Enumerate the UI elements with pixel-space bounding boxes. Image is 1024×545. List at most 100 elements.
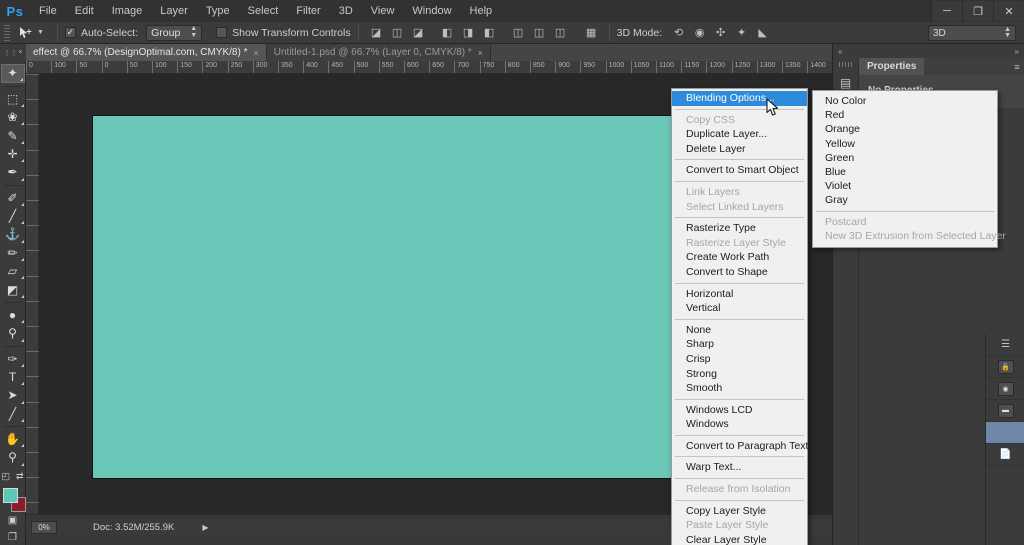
foreground-color-swatch[interactable] (2, 487, 18, 503)
submenu-item-gray[interactable]: Gray (813, 193, 997, 207)
rotate-3d-icon[interactable]: ⟲ (670, 25, 687, 40)
auto-select-checkbox[interactable]: ✓ (64, 27, 76, 38)
layer-row-1[interactable]: 🔒 (986, 356, 1024, 378)
submenu-item-red[interactable]: Red (813, 108, 997, 122)
align-left-edges-icon[interactable]: ◪ (368, 25, 385, 40)
line-tool-icon[interactable]: ╱ (1, 405, 25, 423)
slide-3d-icon[interactable]: ✦ (733, 25, 750, 40)
align-horizontal-centers-icon[interactable]: ◫ (389, 25, 406, 40)
history-brush-tool-icon[interactable]: ✏ (1, 244, 25, 262)
context-menu-item-strong[interactable]: Strong (672, 367, 807, 382)
restore-button[interactable]: ❐ (962, 1, 993, 21)
panel-menu-icon[interactable]: ≡ (1009, 58, 1024, 75)
workspace-switcher[interactable]: 3D ▲ ▼ (928, 25, 1016, 41)
distribute-right-icon[interactable]: ◫ (552, 25, 569, 40)
roll-3d-icon[interactable]: ◉ (691, 25, 708, 40)
tool-preset-chevron-icon[interactable]: ▼ (37, 29, 44, 36)
quick-mask-icon[interactable]: ▣ (3, 513, 23, 528)
brush-tool-icon[interactable]: ╱ (1, 207, 25, 225)
context-menu-item-clear-layer-style[interactable]: Clear Layer Style (672, 533, 807, 545)
menu-filter[interactable]: Filter (287, 0, 329, 22)
tab-properties[interactable]: Properties (859, 58, 925, 75)
context-menu-item-horizontal[interactable]: Horizontal (672, 287, 807, 302)
zoom-level-field[interactable]: 0% (31, 521, 57, 534)
context-menu-item-none[interactable]: None (672, 323, 807, 338)
show-transform-checkbox[interactable] (216, 27, 228, 38)
menu-file[interactable]: File (30, 0, 66, 22)
gradient-tool-icon[interactable]: ◩ (1, 280, 25, 298)
layer-lock-icon[interactable]: 🔒 (997, 359, 1014, 374)
context-menu-item-delete-layer[interactable]: Delete Layer (672, 142, 807, 157)
eraser-tool-icon[interactable]: ▱ (1, 262, 25, 280)
context-menu-item-windows[interactable]: Windows (672, 417, 807, 432)
align-top-edges-icon[interactable]: ◧ (439, 25, 456, 40)
zoom-tool-icon[interactable]: ⚲ (1, 448, 25, 466)
menu-image[interactable]: Image (103, 0, 152, 22)
layer-row-4[interactable]: 📄 (986, 444, 1024, 466)
icon-rail-grip[interactable] (838, 62, 853, 67)
distribute-spacing-icon[interactable]: ▦ (583, 25, 600, 40)
context-menu-item-blending-options[interactable]: Blending Options... (672, 91, 807, 106)
menu-view[interactable]: View (362, 0, 404, 22)
document-tab-close-icon[interactable]: × (254, 48, 259, 58)
context-menu-item-sharp[interactable]: Sharp (672, 337, 807, 352)
auto-select-scope-dropdown[interactable]: Group ▲ ▼ (146, 24, 203, 41)
lasso-tool-icon[interactable]: ❀ (1, 108, 25, 126)
collapse-left-icon[interactable]: « (838, 47, 842, 56)
context-menu-item-warp-text[interactable]: Warp Text... (672, 460, 807, 475)
context-menu-item-convert-to-paragraph-text[interactable]: Convert to Paragraph Text (672, 439, 808, 454)
pen-tool-icon[interactable]: ✑ (1, 349, 25, 367)
menu-type[interactable]: Type (197, 0, 239, 22)
collapse-right-icon[interactable]: » (1015, 47, 1019, 56)
context-menu-item-vertical[interactable]: Vertical (672, 301, 807, 316)
document-tab-1[interactable]: Untitled-1.psd @ 66.7% (Layer 0, CMYK/8)… (266, 44, 492, 61)
align-vertical-centers-icon[interactable]: ◨ (460, 25, 477, 40)
status-menu-arrow-icon[interactable]: ▶ (202, 523, 208, 532)
tab-bar-grip[interactable]: ⋮⋮ × (0, 44, 26, 61)
context-menu-item-convert-to-smart-object[interactable]: Convert to Smart Object (672, 163, 807, 178)
menu-help[interactable]: Help (461, 0, 502, 22)
layer-row-3[interactable]: ▬ (986, 400, 1024, 422)
context-menu-item-rasterize-type[interactable]: Rasterize Type (672, 221, 807, 236)
submenu-item-orange[interactable]: Orange (813, 122, 997, 136)
layers-panel-menu-row[interactable]: ☰ (986, 334, 1024, 356)
swap-colors-icon[interactable]: ⇄ (16, 471, 24, 482)
layer-color-submenu[interactable]: No Color Red Orange Yellow Green Blue Violet Gr… (812, 90, 1006, 248)
context-menu-item-create-work-path[interactable]: Create Work Path (672, 250, 807, 265)
submenu-item-blue[interactable]: Blue (813, 165, 997, 179)
document-tab-0[interactable]: effect @ 66.7% (DesignOptimal.com, CMYK/… (26, 44, 267, 61)
context-menu-item-convert-to-shape[interactable]: Convert to Shape (672, 265, 807, 280)
distribute-center-icon[interactable]: ◫ (531, 25, 548, 40)
move-tool-icon[interactable] (14, 24, 36, 42)
distribute-left-icon[interactable]: ◫ (510, 25, 527, 40)
dock-collapse-bar[interactable]: « » (833, 44, 1024, 58)
hand-tool-icon[interactable]: ✋ (1, 430, 25, 448)
layer-row-selected[interactable] (986, 422, 1024, 444)
options-bar-grip[interactable] (4, 24, 10, 41)
submenu-item-green[interactable]: Green (813, 151, 997, 165)
clone-stamp-tool-icon[interactable]: ⚓ (1, 225, 25, 243)
layer-visibility-icon[interactable]: ◉ (997, 381, 1014, 396)
menu-select[interactable]: Select (239, 0, 288, 22)
layer-row-2[interactable]: ◉ (986, 378, 1024, 400)
layer-thumb-icon[interactable]: ▬ (997, 403, 1014, 418)
healing-brush-tool-icon[interactable]: ✐ (1, 188, 25, 206)
scale-3d-icon[interactable]: ◣ (754, 25, 771, 40)
minimize-button[interactable]: ─ (931, 1, 962, 21)
document-tab-close-icon[interactable]: × (478, 48, 483, 58)
context-menu-item-crisp[interactable]: Crisp (672, 352, 807, 367)
eyedropper-tool-icon[interactable]: ✒ (1, 163, 25, 181)
menu-edit[interactable]: Edit (66, 0, 103, 22)
close-button[interactable]: ✕ (993, 1, 1024, 21)
context-menu-item-duplicate-layer[interactable]: Duplicate Layer... (672, 127, 807, 142)
marquee-tool-icon[interactable]: ⬚ (1, 90, 25, 108)
context-menu-item-smooth[interactable]: Smooth (672, 381, 807, 396)
align-bottom-edges-icon[interactable]: ◧ (481, 25, 498, 40)
path-selection-tool-icon[interactable]: ➤ (1, 386, 25, 404)
pan-3d-icon[interactable]: ✣ (712, 25, 729, 40)
menu-layer[interactable]: Layer (151, 0, 197, 22)
align-right-edges-icon[interactable]: ◪ (410, 25, 427, 40)
context-menu-item-copy-layer-style[interactable]: Copy Layer Style (672, 504, 807, 519)
blur-tool-icon[interactable]: ● (1, 306, 25, 324)
quick-selection-tool-icon[interactable]: ✎ (1, 126, 25, 144)
